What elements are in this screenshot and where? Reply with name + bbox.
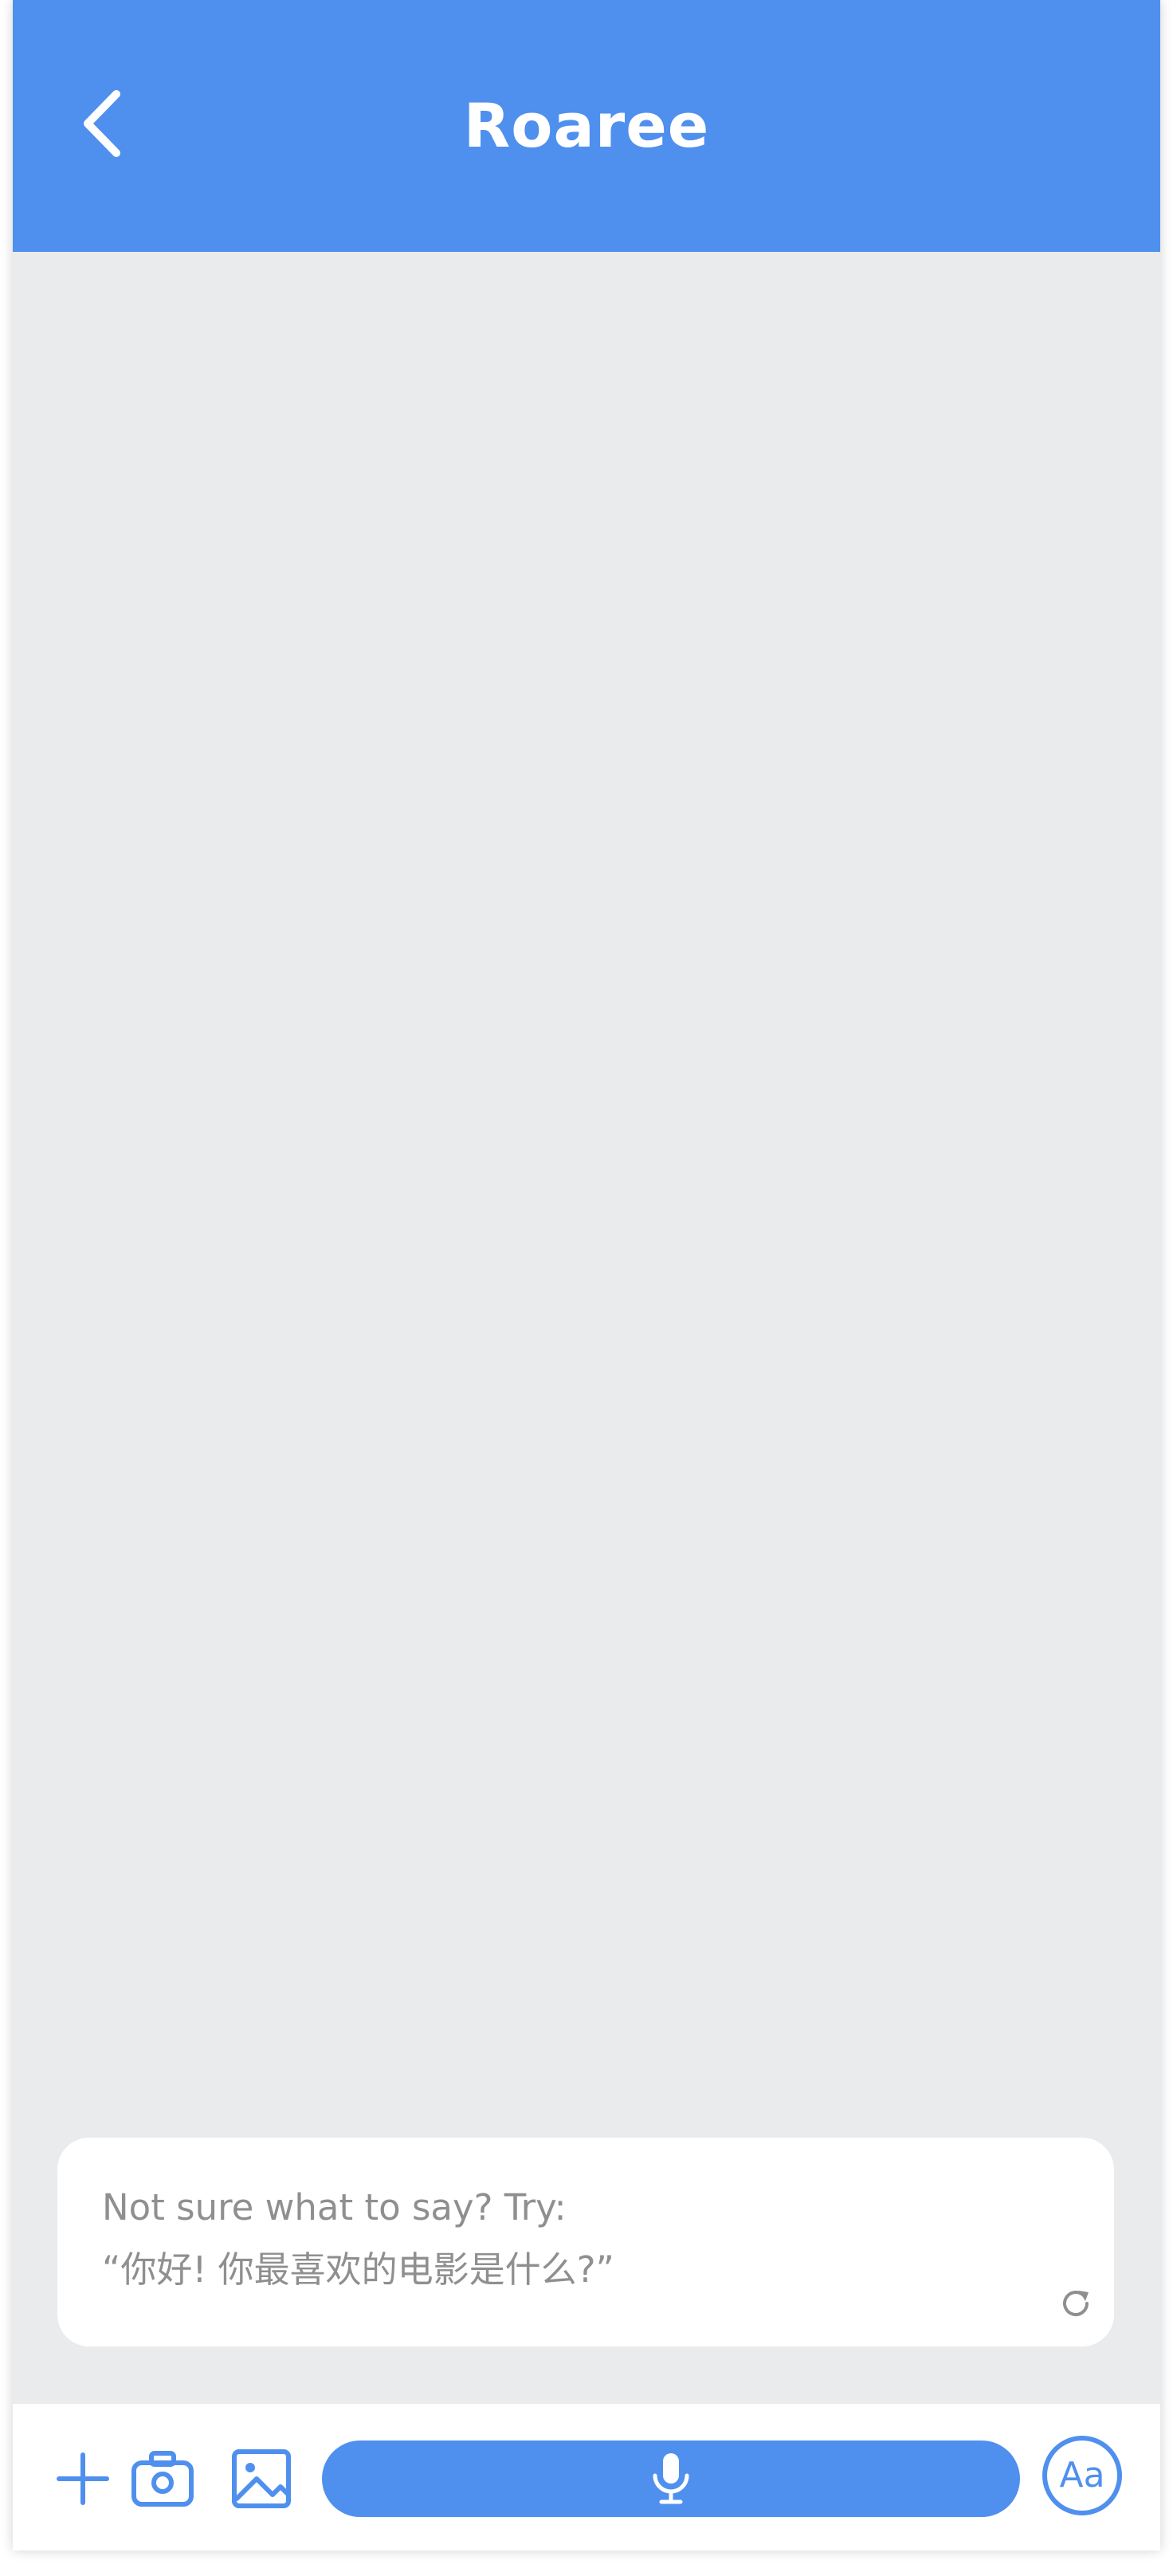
refresh-icon [1063,2291,1089,2316]
microphone-icon [649,2452,693,2506]
voice-input-button[interactable] [322,2441,1020,2517]
input-toolbar: Aa [13,2404,1160,2550]
image-button[interactable] [228,2445,295,2512]
page-title: Roaree [463,90,710,161]
suggestion-prompt: Not sure what to say? Try: [102,2186,567,2228]
suggestion-card[interactable]: Not sure what to say? Try: “你好! 你最喜欢的电影是… [57,2138,1114,2346]
refresh-suggestion-button[interactable] [1057,2284,1095,2323]
header-bar: Roaree [13,0,1160,252]
camera-icon [131,2451,194,2507]
camera-button[interactable] [129,2445,196,2512]
app-frame: Roaree Not sure what to say? Try: “你好! 你… [13,0,1160,2550]
add-button[interactable] [49,2445,116,2512]
suggestion-text[interactable]: “你好! 你最喜欢的电影是什么?” [102,2246,614,2294]
text-input-toggle-button[interactable]: Aa [1042,2436,1122,2515]
plus-icon [57,2452,109,2505]
chat-message-area[interactable] [13,252,1160,2404]
image-icon [232,2449,291,2508]
